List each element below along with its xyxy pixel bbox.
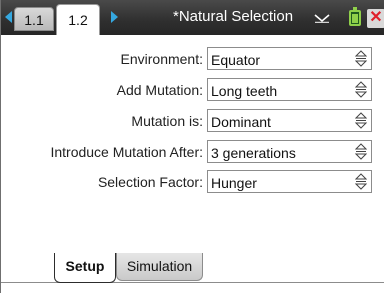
spinner-updown-icon[interactable]	[355, 112, 367, 129]
form-row-mutation-is: Mutation is: Dominant	[1, 109, 384, 133]
close-icon[interactable]: ✕	[367, 9, 384, 28]
battery-icon	[349, 7, 361, 26]
mutation-is-select[interactable]: Dominant	[207, 109, 372, 132]
spinner-updown-icon[interactable]	[355, 143, 367, 160]
spinner-updown-icon[interactable]	[355, 81, 367, 98]
tab-setup[interactable]: Setup	[54, 253, 116, 283]
tab-page-1-1[interactable]: 1.1	[14, 7, 54, 31]
dropdown-chevron-icon[interactable]	[314, 13, 330, 23]
introduce-mutation-label: Introduce Mutation After:	[50, 144, 203, 160]
environment-select[interactable]: Equator	[207, 47, 372, 70]
tab-simulation[interactable]: Simulation	[116, 253, 203, 281]
environment-value: Equator	[211, 52, 261, 68]
form-row-environment: Environment: Equator	[1, 47, 384, 71]
environment-label: Environment:	[120, 51, 203, 67]
spinner-updown-icon[interactable]	[355, 50, 367, 67]
document-title[interactable]: *Natural Selection	[173, 8, 293, 25]
add-mutation-value: Long teeth	[211, 83, 278, 99]
title-bar: 1.1 1.2 *Natural Selection ✕	[1, 0, 384, 35]
app-window: 1.1 1.2 *Natural Selection ✕ Environment…	[0, 0, 384, 293]
form-row-selection-factor: Selection Factor: Hunger	[1, 170, 384, 194]
left-arrow-icon[interactable]	[5, 11, 12, 23]
add-mutation-select[interactable]: Long teeth	[207, 78, 372, 101]
introduce-mutation-value: 3 generations	[211, 145, 296, 161]
spinner-updown-icon[interactable]	[355, 173, 367, 190]
selection-factor-value: Hunger	[211, 175, 257, 191]
form-row-add-mutation: Add Mutation: Long teeth	[1, 78, 384, 102]
tab-page-1-2[interactable]: 1.2	[56, 4, 100, 35]
selection-factor-select[interactable]: Hunger	[207, 170, 372, 193]
mutation-is-value: Dominant	[211, 114, 271, 130]
introduce-mutation-select[interactable]: 3 generations	[207, 140, 372, 163]
right-arrow-icon[interactable]	[111, 11, 118, 23]
selection-factor-label: Selection Factor:	[97, 174, 203, 190]
mutation-is-label: Mutation is:	[131, 113, 203, 129]
form-row-introduce-mutation: Introduce Mutation After: 3 generations	[1, 140, 384, 164]
add-mutation-label: Add Mutation:	[116, 82, 203, 98]
